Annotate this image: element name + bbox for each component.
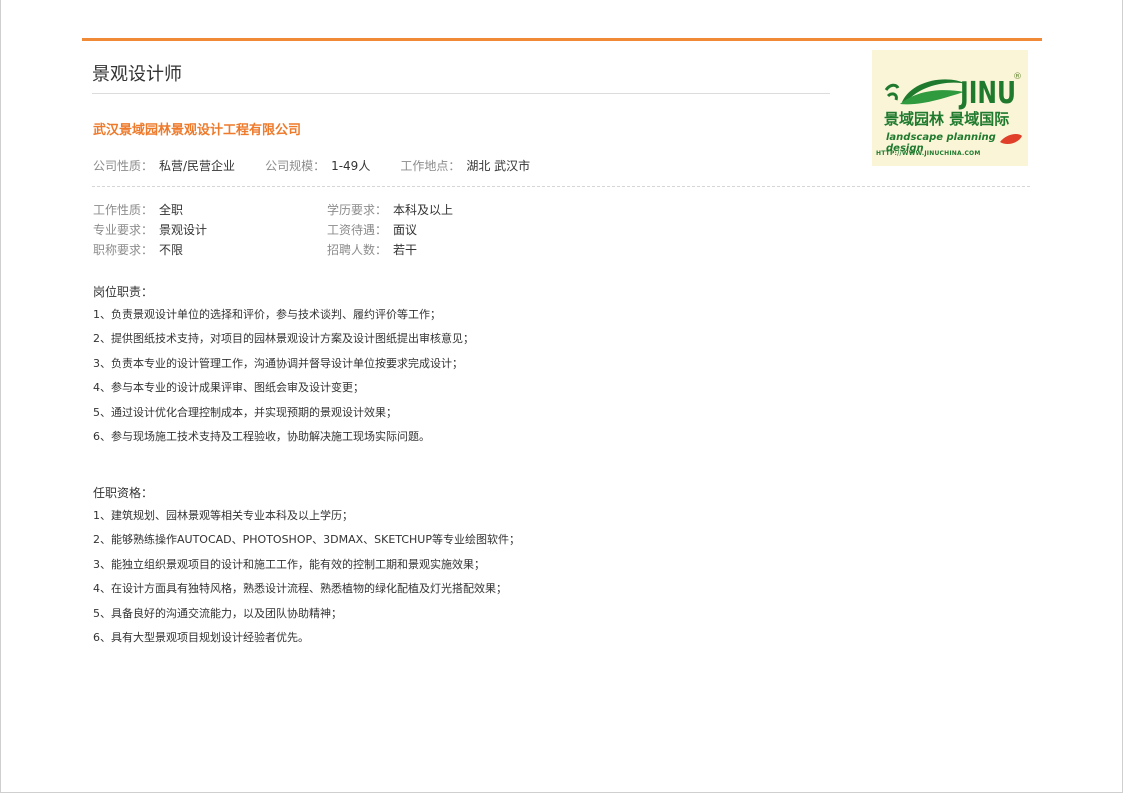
req-label: 职称要求： <box>93 243 154 257</box>
meta-label: 公司规模： <box>265 159 326 173</box>
meta-label: 公司性质： <box>93 159 154 173</box>
req-value: 面议 <box>393 223 418 237</box>
qualification-item: 1、建筑规划、园林景观等相关专业本科及以上学历； <box>93 509 353 522</box>
qualification-item: 2、能够熟练操作AUTOCAD、PHOTOSHOP、3DMAX、SKETCHUP… <box>93 533 520 547</box>
job-requirements: 工作性质： 全职 学历要求： 本科及以上 专业要求： 景观设计 工资待遇： 面议 职称要… <box>93 200 693 260</box>
req-value: 景观设计 <box>159 223 208 237</box>
req-value: 全职 <box>159 203 184 217</box>
duty-item: 2、提供图纸技术支持，对项目的园林景观设计方案及设计图纸提出审核意见； <box>93 332 474 346</box>
duties-heading: 岗位职责： <box>93 285 154 299</box>
duty-item: 5、通过设计优化合理控制成本，并实现预期的景观设计效果； <box>93 405 397 419</box>
company-link[interactable]: 武汉景域园林景观设计工程有限公司 <box>93 119 301 138</box>
requirements-row: 职称要求： 不限 招聘人数： 若干 <box>93 240 693 260</box>
req-label: 专业要求： <box>93 223 154 237</box>
title-requirement: 职称要求： 不限 <box>93 240 183 260</box>
duty-item: 4、参与本专业的设计成果评审、图纸会审及设计变更； <box>93 381 364 395</box>
meta-value: 1-49人 <box>331 159 371 173</box>
logo-wordmark: JINU <box>960 76 1017 111</box>
req-label: 学历要求： <box>327 203 388 217</box>
requirements-row: 工作性质： 全职 学历要求： 本科及以上 <box>93 200 693 220</box>
education-requirement: 学历要求： 本科及以上 <box>327 200 453 220</box>
req-label: 工资待遇： <box>327 223 388 237</box>
company-size: 公司规模： 1-49人 <box>265 157 370 174</box>
meta-label: 工作地点： <box>400 159 461 173</box>
duty-item: 1、负责景观设计单位的选择和评价，参与技术谈判、履约评价等工作； <box>93 308 441 321</box>
duty-item: 6、参与现场施工技术支持及工程验收，协助解决施工现场实际问题。 <box>93 429 430 443</box>
qualification-item: 6、具有大型景观项目规划设计经验者优先。 <box>93 630 309 644</box>
major-requirement: 专业要求： 景观设计 <box>93 220 207 240</box>
dashed-divider <box>92 186 1030 187</box>
qualification-item: 4、在设计方面具有独特风格，熟悉设计流程、熟悉植物的绿化配植及灯光搭配效果； <box>93 582 507 596</box>
registered-mark: ® <box>1013 72 1022 82</box>
req-value: 不限 <box>159 243 184 257</box>
req-value: 本科及以上 <box>393 203 454 217</box>
duties-section: 岗位职责： 1、负责景观设计单位的选择和评价，参与技术谈判、履约评价等工作； 2… <box>93 281 993 449</box>
header-accent-bar <box>82 38 1042 41</box>
duty-item: 3、负责本专业的设计管理工作，沟通协调并督导设计单位按要求完成设计； <box>93 356 463 370</box>
headcount: 招聘人数： 若干 <box>327 240 417 260</box>
req-label: 工作性质： <box>93 203 154 217</box>
company-logo: JINU ® 景域园林 景域国际 landscape planning desi… <box>872 50 1028 166</box>
meta-value: 湖北 武汉市 <box>466 159 531 173</box>
qualifications-heading: 任职资格： <box>93 486 154 500</box>
work-location: 工作地点： 湖北 武汉市 <box>400 157 530 174</box>
job-nature: 工作性质： 全职 <box>93 200 183 220</box>
salary: 工资待遇： 面议 <box>327 220 417 240</box>
company-type: 公司性质： 私营/民营企业 <box>93 157 235 174</box>
req-label: 招聘人数： <box>327 243 388 257</box>
qualification-item: 5、具备良好的沟通交流能力，以及团队协助精神； <box>93 606 342 620</box>
qualifications-section: 任职资格： 1、建筑规划、园林景观等相关专业本科及以上学历； 2、能够熟练操作A… <box>93 482 993 650</box>
qualification-item: 3、能独立组织景观项目的设计和施工工作，能有效的控制工期和景观实施效果； <box>93 557 485 571</box>
company-meta: 公司性质： 私营/民营企业 公司规模： 1-49人 工作地点： 湖北 武汉市 <box>93 157 560 174</box>
logo-url: HTTP://WWW.JINUCHINA.COM <box>876 150 981 157</box>
logo-chinese-name: 景域园林 景域国际 <box>884 110 1010 128</box>
requirements-row: 专业要求： 景观设计 工资待遇： 面议 <box>93 220 693 240</box>
req-value: 若干 <box>393 243 418 257</box>
title-divider <box>92 93 830 94</box>
job-title: 景观设计师 <box>92 64 182 85</box>
meta-value: 私营/民营企业 <box>159 159 236 173</box>
